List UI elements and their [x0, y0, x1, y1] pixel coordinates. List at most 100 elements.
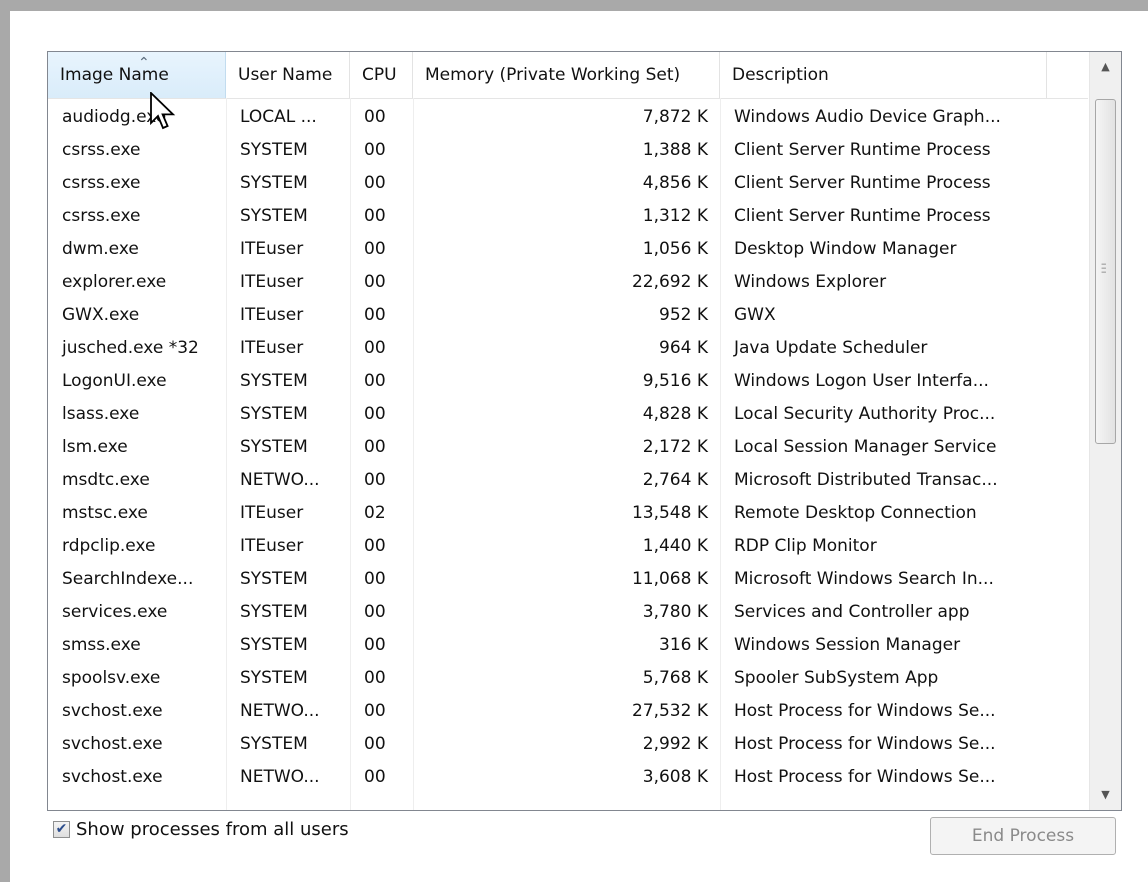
cpu-cell: 00 [364, 469, 386, 490]
cpu-cell: 00 [364, 403, 386, 424]
scroll-down-arrow-icon[interactable]: ▼ [1090, 780, 1121, 810]
memory-cell: 3,780 K [642, 601, 708, 622]
table-row[interactable]: csrss.exe SYSTEM 00 1,388 K Client Server Ru… [48, 133, 1088, 166]
show-all-users-option[interactable]: ✔ Show processes from all users [53, 819, 349, 840]
memory-cell: 9,516 K [642, 370, 708, 391]
user-name-cell: SYSTEM [240, 733, 308, 754]
memory-cell: 11,068 K [631, 568, 708, 589]
cpu-cell: 02 [364, 502, 386, 523]
table-row[interactable]: svchost.exe SYSTEM 00 2,992 K Host Process f… [48, 727, 1088, 760]
memory-cell: 3,608 K [642, 766, 708, 787]
memory-cell: 964 K [659, 337, 708, 358]
user-name-cell: SYSTEM [240, 172, 308, 193]
cpu-cell: 00 [364, 271, 386, 292]
user-name-cell: SYSTEM [240, 205, 308, 226]
image-name-cell: msdtc.exe [62, 469, 150, 490]
user-name-cell: ITEuser [240, 535, 304, 556]
cpu-cell: 00 [364, 535, 386, 556]
user-name-cell: ITEuser [240, 271, 304, 292]
table-row[interactable]: explorer.exe ITEuser 00 22,692 K Windows Exp… [48, 265, 1088, 298]
table-row[interactable]: csrss.exe SYSTEM 00 1,312 K Client Server Ru… [48, 199, 1088, 232]
scroll-up-arrow-icon[interactable]: ▲ [1090, 52, 1121, 82]
vertical-scrollbar[interactable]: ▲ – – – ▼ [1089, 52, 1121, 810]
memory-cell: 27,532 K [631, 700, 708, 721]
column-header-memory[interactable]: Memory (Private Working Set) [413, 52, 720, 98]
process-list[interactable]: ⌃ Image Name User Name CPU Memory (Priva… [47, 51, 1122, 811]
table-row[interactable]: csrss.exe SYSTEM 00 4,856 K Client Server Ru… [48, 166, 1088, 199]
cpu-cell: 00 [364, 568, 386, 589]
table-row[interactable]: SearchIndexe... SYSTEM 00 11,068 K Microsoft… [48, 562, 1088, 595]
table-row[interactable]: msdtc.exe NETWO... 00 2,764 K Microsoft Dist… [48, 463, 1088, 496]
table-row[interactable]: jusched.exe *32 ITEuser 00 964 K Java Update… [48, 331, 1088, 364]
description-cell: Spooler SubSystem App [734, 667, 939, 688]
column-header-description[interactable]: Description [720, 52, 1047, 98]
end-process-button[interactable]: End Process [930, 817, 1116, 855]
memory-cell: 1,056 K [642, 238, 708, 259]
memory-cell: 4,828 K [642, 403, 708, 424]
table-row[interactable]: svchost.exe NETWO... 00 27,532 K Host Proces… [48, 694, 1088, 727]
description-cell: GWX [734, 304, 776, 325]
table-row[interactable]: spoolsv.exe SYSTEM 00 5,768 K Spooler SubSys… [48, 661, 1088, 694]
image-name-cell: spoolsv.exe [62, 667, 161, 688]
table-row[interactable]: svchost.exe NETWO... 00 3,608 K Host Process… [48, 760, 1088, 793]
process-rows: audiodg.exe LOCAL ... 00 7,872 K Windows Aud… [48, 100, 1088, 793]
user-name-cell: SYSTEM [240, 436, 308, 457]
cpu-cell: 00 [364, 436, 386, 457]
table-row[interactable]: audiodg.exe LOCAL ... 00 7,872 K Windows Aud… [48, 100, 1088, 133]
image-name-cell: services.exe [62, 601, 168, 622]
image-name-cell: explorer.exe [62, 271, 167, 292]
cpu-cell: 00 [364, 337, 386, 358]
cpu-cell: 00 [364, 370, 386, 391]
image-name-cell: svchost.exe [62, 766, 163, 787]
user-name-cell: SYSTEM [240, 568, 308, 589]
image-name-cell: csrss.exe [62, 205, 141, 226]
user-name-cell: SYSTEM [240, 634, 308, 655]
memory-cell: 1,440 K [642, 535, 708, 556]
image-name-cell: GWX.exe [62, 304, 140, 325]
cpu-cell: 00 [364, 700, 386, 721]
column-header-cpu[interactable]: CPU [350, 52, 413, 98]
image-name-cell: lsass.exe [62, 403, 140, 424]
show-all-users-label: Show processes from all users [76, 819, 349, 840]
column-header-user-name[interactable]: User Name [226, 52, 350, 98]
image-name-cell: svchost.exe [62, 733, 163, 754]
column-header-row: ⌃ Image Name User Name CPU Memory (Priva… [48, 52, 1088, 99]
memory-cell: 2,172 K [642, 436, 708, 457]
description-cell: Host Process for Windows Se... [734, 733, 996, 754]
description-cell: Client Server Runtime Process [734, 139, 991, 160]
table-row[interactable]: rdpclip.exe ITEuser 00 1,440 K RDP Clip Moni… [48, 529, 1088, 562]
scrollbar-thumb[interactable]: – – – [1095, 99, 1116, 444]
user-name-cell: ITEuser [240, 238, 304, 259]
scrollbar-grip-icon: – – – [1101, 257, 1107, 278]
image-name-cell: LogonUI.exe [62, 370, 167, 391]
table-row[interactable]: LogonUI.exe SYSTEM 00 9,516 K Windows Logon … [48, 364, 1088, 397]
memory-cell: 7,872 K [642, 106, 708, 127]
table-row[interactable]: smss.exe SYSTEM 00 316 K Windows Session Man… [48, 628, 1088, 661]
cpu-cell: 00 [364, 139, 386, 160]
table-row[interactable]: services.exe SYSTEM 00 3,780 K Services and … [48, 595, 1088, 628]
memory-cell: 5,768 K [642, 667, 708, 688]
sort-ascending-icon: ⌃ [138, 55, 150, 71]
cpu-cell: 00 [364, 106, 386, 127]
table-row[interactable]: mstsc.exe ITEuser 02 13,548 K Remote Desktop… [48, 496, 1088, 529]
description-cell: Java Update Scheduler [734, 337, 928, 358]
column-header-filler [1047, 52, 1088, 98]
memory-cell: 1,388 K [642, 139, 708, 160]
show-all-users-checkbox[interactable]: ✔ [53, 821, 70, 838]
table-row[interactable]: GWX.exe ITEuser 00 952 K GWX [48, 298, 1088, 331]
user-name-cell: ITEuser [240, 502, 304, 523]
image-name-cell: svchost.exe [62, 700, 163, 721]
task-manager-processes-panel: ⌃ Image Name User Name CPU Memory (Priva… [10, 11, 1148, 882]
column-header-image-name[interactable]: ⌃ Image Name [48, 52, 226, 98]
table-row[interactable]: dwm.exe ITEuser 00 1,056 K Desktop Window Ma… [48, 232, 1088, 265]
image-name-cell: csrss.exe [62, 139, 141, 160]
user-name-cell: SYSTEM [240, 601, 308, 622]
table-row[interactable]: lsm.exe SYSTEM 00 2,172 K Local Session Mana… [48, 430, 1088, 463]
memory-cell: 952 K [659, 304, 708, 325]
image-name-cell: csrss.exe [62, 172, 141, 193]
description-cell: Remote Desktop Connection [734, 502, 977, 523]
checkmark-icon: ✔ [55, 821, 68, 837]
table-row[interactable]: lsass.exe SYSTEM 00 4,828 K Local Security A… [48, 397, 1088, 430]
cpu-cell: 00 [364, 601, 386, 622]
memory-cell: 2,992 K [642, 733, 708, 754]
